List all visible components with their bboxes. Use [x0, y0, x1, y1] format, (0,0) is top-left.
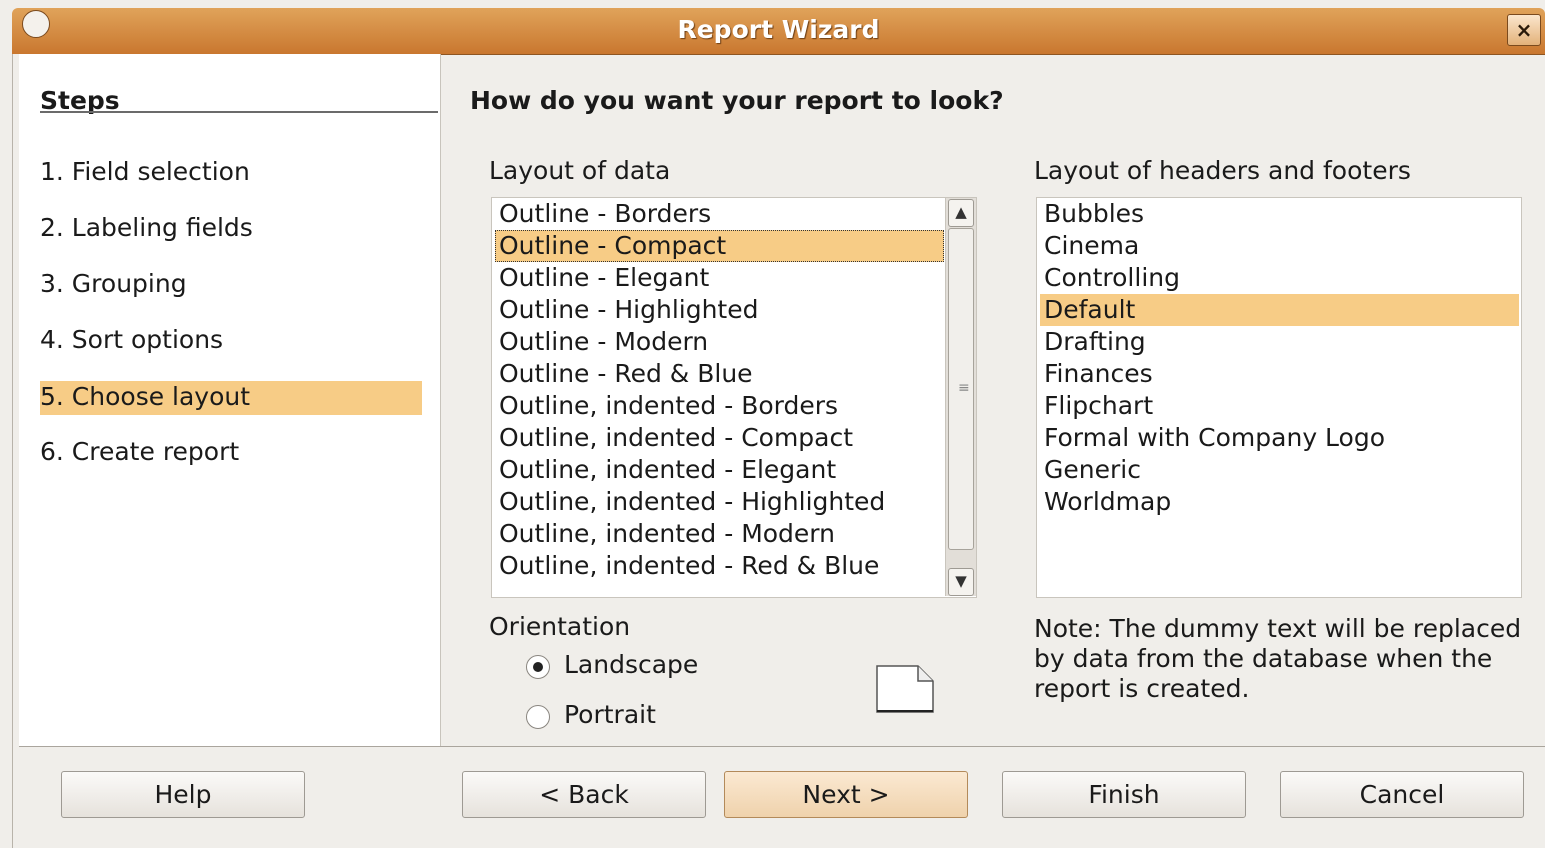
list-item[interactable]: Outline - Red & Blue — [495, 358, 974, 390]
list-item[interactable]: Outline, indented - Red & Blue — [495, 550, 974, 582]
scroll-down-button[interactable]: ▼ — [948, 568, 974, 596]
list-item[interactable]: Outline, indented - Modern — [495, 518, 974, 550]
list-item[interactable]: Controlling — [1040, 262, 1519, 294]
step-labeling-fields[interactable]: 2. Labeling fields — [40, 212, 422, 246]
button-bar-separator — [19, 746, 1545, 747]
app-menu-icon[interactable] — [22, 10, 50, 38]
close-button[interactable]: × — [1507, 14, 1541, 46]
dummy-text-note: Note: The dummy text will be replaced by… — [1034, 614, 1522, 703]
step-grouping[interactable]: 3. Grouping — [40, 268, 422, 302]
back-button[interactable]: < Back — [462, 771, 706, 818]
portrait-label[interactable]: Portrait — [564, 700, 656, 729]
window-title: Report Wizard — [677, 15, 880, 44]
list-item[interactable]: Cinema — [1040, 230, 1519, 262]
list-item[interactable]: Outline, indented - Highlighted — [495, 486, 974, 518]
next-button[interactable]: Next > — [724, 771, 968, 818]
grip-icon: ≡ — [958, 380, 970, 396]
title-bar[interactable]: Report Wizard — [12, 8, 1545, 55]
list-item[interactable]: Worldmap — [1040, 486, 1519, 518]
cancel-button[interactable]: Cancel — [1280, 771, 1524, 818]
steps-divider — [40, 111, 438, 113]
help-button[interactable]: Help — [61, 771, 305, 818]
layout-of-data-label: Layout of data — [489, 156, 671, 185]
page-question: How do you want your report to look? — [470, 86, 1004, 115]
portrait-radio[interactable] — [526, 705, 550, 729]
landscape-radio[interactable] — [526, 655, 550, 679]
list-item[interactable]: Drafting — [1040, 326, 1519, 358]
list-item[interactable]: Outline - Highlighted — [495, 294, 974, 326]
list-item[interactable]: Finances — [1040, 358, 1519, 390]
list-item[interactable]: Outline, indented - Compact — [495, 422, 974, 454]
scroll-up-button[interactable]: ▲ — [948, 199, 974, 227]
step-create-report[interactable]: 6. Create report — [40, 436, 422, 470]
header-layout-list[interactable]: Bubbles Cinema Controlling Default Draft… — [1036, 197, 1522, 598]
list-item[interactable]: Formal with Company Logo — [1040, 422, 1519, 454]
list-item-selected[interactable]: Default — [1040, 294, 1519, 326]
landscape-label[interactable]: Landscape — [564, 650, 698, 679]
list-item[interactable]: Outline - Elegant — [495, 262, 974, 294]
list-item[interactable]: Generic — [1040, 454, 1519, 486]
scroll-thumb[interactable]: ≡ — [948, 228, 974, 550]
list-item[interactable]: Outline, indented - Borders — [495, 390, 974, 422]
landscape-page-icon — [876, 665, 934, 713]
step-sort-options[interactable]: 4. Sort options — [40, 324, 422, 358]
data-list-scrollbar[interactable]: ▲ ≡ ▼ — [945, 198, 976, 596]
list-item-selected[interactable]: Outline - Compact — [495, 230, 944, 262]
step-choose-layout[interactable]: 5. Choose layout — [40, 381, 422, 415]
list-item[interactable]: Outline - Borders — [495, 198, 974, 230]
header-layout-label: Layout of headers and footers — [1034, 156, 1411, 185]
list-item[interactable]: Outline - Modern — [495, 326, 974, 358]
list-item[interactable]: Bubbles — [1040, 198, 1519, 230]
list-item[interactable]: Outline, indented - Elegant — [495, 454, 974, 486]
radio-dot-icon — [533, 662, 543, 672]
orientation-label: Orientation — [489, 612, 631, 641]
step-field-selection[interactable]: 1. Field selection — [40, 156, 422, 190]
list-item[interactable]: Flipchart — [1040, 390, 1519, 422]
layout-of-data-list[interactable]: Outline - Borders Outline - Compact Outl… — [491, 197, 977, 598]
finish-button[interactable]: Finish — [1002, 771, 1246, 818]
